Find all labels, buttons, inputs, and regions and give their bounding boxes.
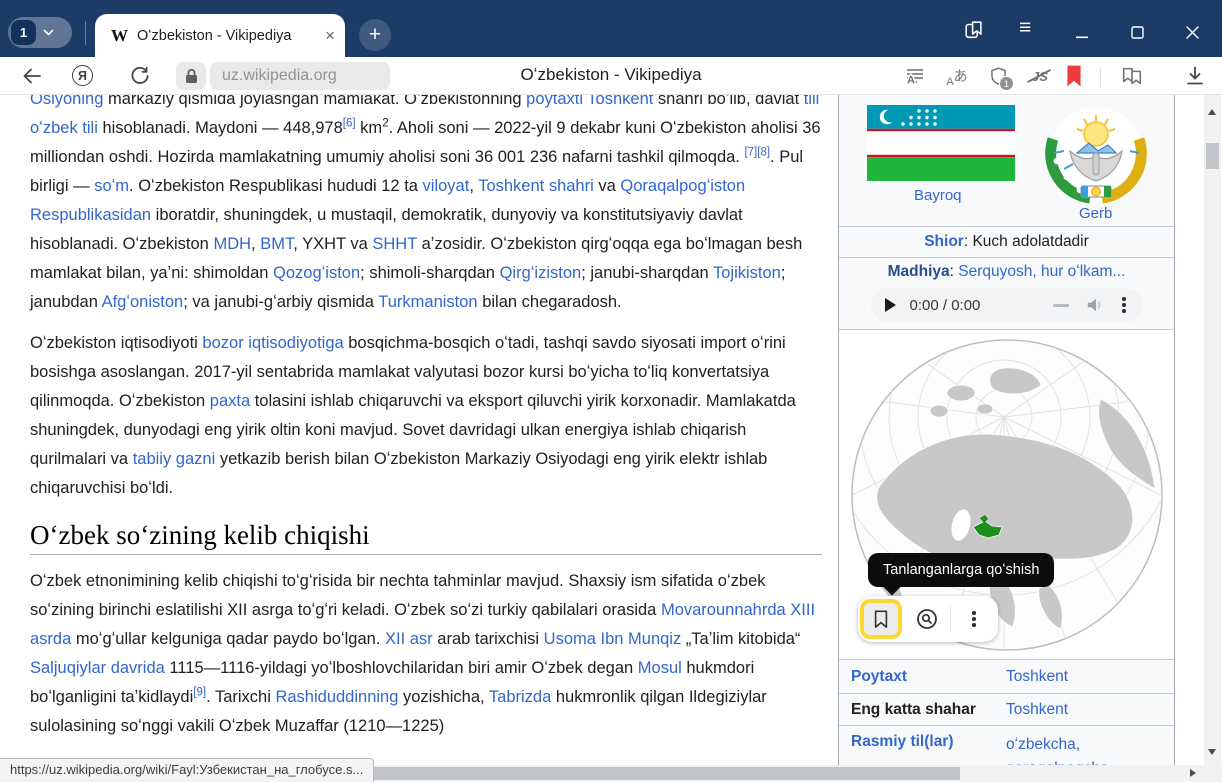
- back-icon[interactable]: [20, 64, 44, 88]
- bookmark-outline-icon: [872, 609, 890, 629]
- tab-close-icon[interactable]: ×: [325, 27, 335, 44]
- play-icon[interactable]: [885, 298, 896, 312]
- scroll-down-arrow-icon[interactable]: [1208, 749, 1216, 755]
- browser-window: 1 W Oʻzbekiston - Vikipediya × + ≡ Я: [0, 0, 1222, 782]
- address-domain: uz.wikipedia.org: [222, 67, 337, 85]
- article-paragraph: Osiyoning markaziy qismida joylashgan ma…: [30, 95, 822, 317]
- yandex-home-icon[interactable]: Я: [72, 65, 93, 86]
- shield-counter-badge: 1: [999, 76, 1014, 91]
- audio-player: 0:00 / 0:00: [871, 288, 1143, 322]
- minimize-button[interactable]: [1076, 27, 1089, 40]
- infobox-row-largest-city: Eng katta shahar Toshkent: [839, 694, 1174, 726]
- infobox-motto-row: Shior: Kuch adolatdadir: [839, 227, 1174, 258]
- largest-city-label: Eng katta shahar: [851, 701, 1006, 719]
- site-security-button[interactable]: [176, 62, 206, 90]
- infobox-anthem-row: Madhiya: Serquyosh, hur oʻlkam... 0:00 /…: [839, 258, 1174, 330]
- anthem-title-link[interactable]: Serquyosh, hur oʻlkam...: [958, 263, 1125, 280]
- capital-label-link[interactable]: Poytaxt: [851, 668, 1006, 686]
- translate-icon[interactable]: A あ: [945, 64, 969, 88]
- tab-group-chip[interactable]: 1: [8, 17, 72, 48]
- add-to-favorites-tooltip: Tanlanganlarga qoʻshish: [868, 553, 1054, 587]
- status-url-popup: https://uz.wikipedia.org/wiki/Fayl:Узбек…: [0, 758, 374, 781]
- official-languages-label-link[interactable]: Rasmiy til(lar): [851, 733, 1006, 751]
- section-heading: Oʻzbek soʻzining kelib chiqishi: [30, 521, 822, 555]
- infobox-row-capital: Poytaxt Toshkent: [839, 660, 1174, 694]
- infobox-row-official-languages: Rasmiy til(lar) oʻzbekcha, qoraqalpoqcha: [839, 726, 1174, 765]
- svg-text:A: A: [907, 75, 915, 87]
- collections-icon[interactable]: [1120, 64, 1144, 88]
- toolbar-divider: [1100, 68, 1101, 86]
- gerb-caption-link[interactable]: Gerb: [1079, 205, 1112, 222]
- close-button[interactable]: [1186, 26, 1199, 39]
- javascript-blocked-icon[interactable]: JS: [1028, 64, 1052, 88]
- tab-title: Oʻzbekiston - Vikipediya: [137, 28, 321, 44]
- titlebar-divider: [85, 21, 86, 45]
- player-time: 0:00 / 0:00: [910, 297, 981, 314]
- visual-search-button[interactable]: [904, 596, 950, 642]
- refresh-icon[interactable]: [128, 64, 152, 88]
- maximize-button[interactable]: [1131, 26, 1144, 39]
- bookmark-active-icon[interactable]: [1062, 64, 1086, 88]
- seek-bar[interactable]: [1053, 304, 1069, 307]
- coat-of-arms-image[interactable]: [1044, 101, 1148, 205]
- largest-city-value: Toshkent: [1006, 701, 1162, 719]
- bookmarks-panel-icon[interactable]: [963, 19, 985, 41]
- more-actions-button[interactable]: [951, 596, 997, 642]
- motto-value: Kuch adolatdadir: [972, 233, 1088, 250]
- address-bar[interactable]: uz.wikipedia.org: [210, 62, 390, 90]
- infobox-emblems-row: Bayroq: [839, 95, 1174, 227]
- motto-label-link[interactable]: Shior: [924, 233, 964, 250]
- bookmark-highlighted-button[interactable]: [860, 599, 902, 639]
- article-body: Osiyoning markaziy qismida joylashgan ma…: [30, 95, 822, 753]
- player-menu-icon[interactable]: [1119, 294, 1129, 316]
- tab-count-badge: 1: [11, 20, 36, 45]
- vertical-scroll-thumb[interactable]: [1206, 143, 1219, 169]
- page-viewport: Osiyoning markaziy qismida joylashgan ma…: [0, 95, 1204, 765]
- image-hover-toolbar: [858, 596, 998, 642]
- chevron-down-icon: [43, 29, 54, 36]
- official-languages-value: oʻzbekcha, qoraqalpoqcha: [1006, 733, 1162, 765]
- article-paragraph: Oʻzbekiston iqtisodiyoti bozor iqtisodiy…: [30, 329, 822, 503]
- volume-icon[interactable]: [1085, 296, 1105, 314]
- more-vertical-icon: [969, 608, 979, 630]
- protect-shield-icon[interactable]: 1: [986, 64, 1010, 88]
- anthem-label-link[interactable]: Madhiya: [888, 263, 950, 280]
- lock-icon: [184, 68, 199, 84]
- titlebar: 1 W Oʻzbekiston - Vikipediya × + ≡: [0, 0, 1222, 57]
- visual-search-icon: [915, 607, 939, 631]
- anthem-separator: :: [950, 263, 959, 280]
- article-paragraph: Oʻzbek etnonimining kelib chiqishi toʻgʻ…: [30, 567, 822, 741]
- country-infobox: Bayroq: [838, 95, 1175, 765]
- flag-image[interactable]: [867, 105, 1015, 181]
- download-icon[interactable]: [1183, 64, 1207, 88]
- wikipedia-favicon-icon: W: [111, 26, 128, 46]
- reader-mode-icon[interactable]: A: [903, 64, 927, 88]
- menu-icon[interactable]: ≡: [1019, 16, 1031, 40]
- tab-active[interactable]: W Oʻzbekiston - Vikipediya ×: [95, 14, 345, 57]
- new-tab-button[interactable]: +: [359, 19, 391, 51]
- toolbar: Я uz.wikipedia.org Oʻzbekiston - Vikiped…: [0, 57, 1222, 95]
- scroll-up-arrow-icon[interactable]: [1208, 109, 1216, 115]
- page-title: Oʻzbekiston - Vikipediya: [400, 65, 822, 85]
- capital-value: Toshkent: [1006, 668, 1162, 686]
- flag-caption-link[interactable]: Bayroq: [914, 187, 962, 204]
- scroll-right-arrow-icon[interactable]: [1190, 769, 1196, 777]
- vertical-scrollbar[interactable]: [1204, 95, 1221, 765]
- scrollbar-corner: [1204, 765, 1222, 782]
